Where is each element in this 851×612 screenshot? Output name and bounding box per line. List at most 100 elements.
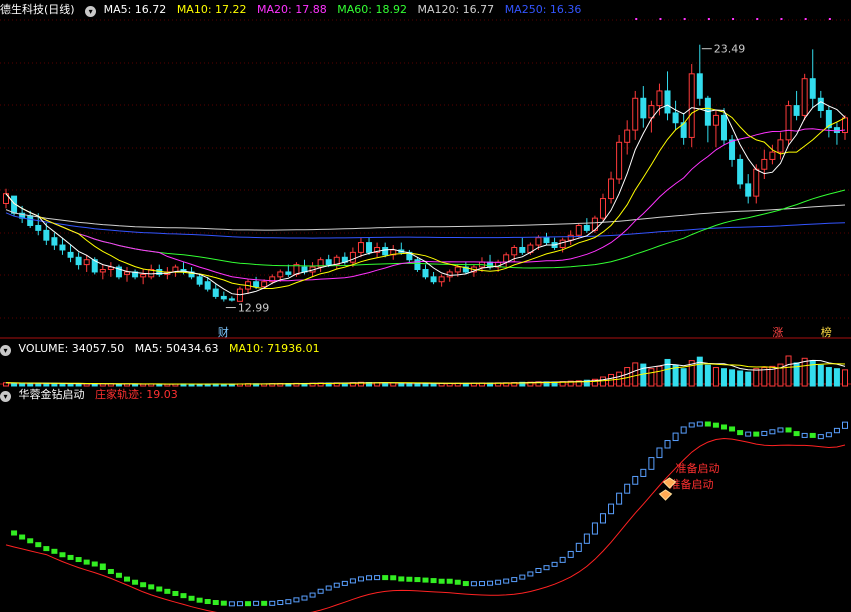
volume-bar — [680, 368, 687, 387]
candle-body — [575, 224, 582, 236]
volume-bar — [632, 362, 639, 387]
indicator-block — [301, 595, 308, 601]
ma20-label: MA20: 17.88 — [257, 3, 327, 16]
badge-zhang[interactable]: 涨 — [772, 326, 783, 339]
indicator-block — [680, 426, 687, 434]
candle — [551, 237, 558, 250]
volume-bar — [664, 358, 671, 387]
candle-body — [285, 271, 292, 275]
candle — [833, 122, 840, 145]
indicator-block — [390, 575, 397, 581]
candle — [616, 134, 623, 184]
indicator-block — [583, 533, 590, 544]
indicator-pane — [5, 421, 849, 612]
volume-bar — [422, 382, 429, 387]
candle — [688, 64, 695, 148]
indicator-block — [825, 432, 832, 438]
candle — [503, 252, 510, 268]
candle-body — [712, 114, 719, 126]
indicator-block — [729, 426, 736, 432]
volume-bar — [817, 364, 824, 387]
candle — [245, 279, 252, 294]
candle — [712, 110, 719, 148]
candle-body — [769, 151, 776, 160]
indicator-block — [51, 548, 58, 554]
candle-body — [196, 276, 203, 285]
candle-body — [99, 269, 106, 273]
candle — [75, 252, 82, 270]
candle-body — [672, 112, 679, 124]
stock-name: 德生科技(日线) — [0, 3, 75, 16]
volume-bar — [696, 356, 703, 387]
candle-body — [599, 198, 606, 219]
signal-label-1: 准备启动 — [676, 461, 720, 475]
candle-body — [422, 269, 429, 278]
signal-dot — [828, 18, 831, 20]
volume-bar — [753, 368, 760, 387]
candle-body — [559, 239, 566, 248]
candle — [608, 171, 615, 204]
indicator-block — [180, 593, 187, 599]
indicator-block — [325, 585, 332, 591]
indicator-block — [35, 542, 42, 548]
volume-bar — [833, 368, 840, 387]
badge-bang[interactable]: 榜 — [821, 325, 832, 339]
candle-body — [228, 298, 235, 301]
volume-bar — [656, 365, 663, 387]
candle-body — [261, 281, 268, 288]
indicator-block — [148, 584, 155, 590]
volume-collapse-icon[interactable]: ▾ — [0, 345, 11, 356]
candle — [438, 274, 445, 287]
indicator-block — [527, 571, 534, 577]
ma60-label: MA60: 18.92 — [337, 3, 407, 16]
candle-body — [583, 224, 590, 231]
candle-body — [632, 97, 639, 131]
ma20-line — [5, 128, 846, 282]
volume-bar — [825, 367, 832, 387]
candle — [793, 90, 800, 121]
candle-body — [640, 97, 647, 119]
candle — [140, 269, 147, 285]
indicator-block — [398, 576, 405, 582]
indicator-collapse-icon[interactable]: ▾ — [0, 391, 11, 402]
candle — [599, 193, 606, 221]
candle-body — [83, 259, 90, 266]
indicator-block — [632, 475, 639, 485]
candle-body — [656, 90, 663, 107]
collapse-icon[interactable]: ▾ — [85, 6, 97, 17]
indicator-block — [551, 561, 558, 567]
indicator-block — [688, 422, 695, 428]
indicator-block — [204, 599, 211, 605]
candle — [390, 245, 397, 260]
indicator-block — [132, 579, 139, 585]
indicator-block — [115, 572, 122, 578]
candle-body — [729, 139, 736, 160]
candle-body — [785, 105, 792, 141]
indicator-block — [446, 578, 453, 584]
volume-bar — [729, 369, 736, 387]
indicator-block — [511, 577, 518, 583]
volume-bar — [704, 364, 711, 387]
indicator-block — [382, 575, 389, 581]
grid-lines — [0, 19, 851, 385]
indicator-block — [83, 559, 90, 565]
indicator-block — [712, 422, 719, 428]
indicator-block — [817, 434, 824, 440]
indicator-block — [487, 580, 494, 586]
indicator-block — [761, 430, 768, 436]
indicator-block — [664, 440, 671, 449]
indicator-block — [414, 577, 421, 583]
candle — [543, 232, 550, 246]
indicator-block — [19, 534, 26, 540]
candle-body — [430, 276, 437, 283]
badge-cai[interactable]: 财 — [218, 325, 229, 339]
indicator-block — [285, 599, 292, 605]
candle-body — [438, 276, 445, 283]
indicator-block — [648, 457, 655, 470]
candle — [745, 174, 752, 204]
indicator-block — [309, 592, 316, 598]
candle-body — [608, 178, 615, 200]
candle-body — [737, 158, 744, 185]
indicator-block — [140, 582, 147, 588]
candle — [2, 188, 10, 209]
